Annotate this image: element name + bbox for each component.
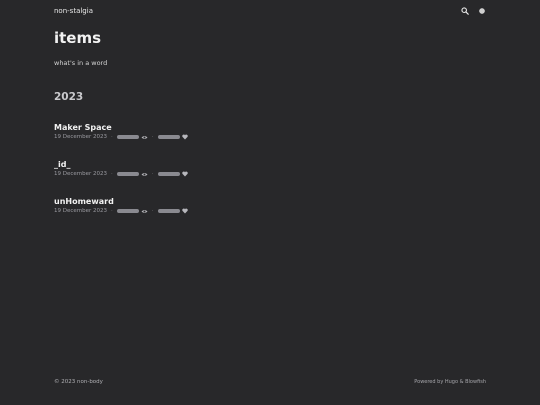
likes-count-placeholder	[157, 135, 180, 139]
meta-separator: ·	[111, 171, 113, 177]
likes-count-placeholder	[157, 172, 180, 176]
post-title[interactable]: Maker Space	[54, 122, 188, 133]
eye-icon	[141, 172, 148, 177]
site-header: non-stalgia	[54, 5, 486, 17]
post-item[interactable]: _id_ 19 December 2023 · ·	[54, 159, 188, 196]
year-heading: 2023	[54, 91, 84, 103]
meta-separator: ·	[151, 134, 154, 140]
post-meta: 19 December 2023 · ·	[54, 207, 188, 215]
post-date: 19 December 2023	[54, 208, 108, 214]
post-meta: 19 December 2023 · ·	[54, 133, 188, 141]
likes-count-placeholder	[157, 209, 180, 213]
post-item[interactable]: unHomeward 19 December 2023 · ·	[54, 196, 188, 233]
post-date: 19 December 2023	[54, 171, 108, 177]
heart-icon	[181, 134, 188, 140]
site-title-link[interactable]: non-stalgia	[54, 7, 93, 15]
heart-icon	[181, 208, 188, 214]
heart-icon	[181, 171, 188, 177]
post-title[interactable]: _id_	[54, 159, 188, 170]
footer-copyright: © 2023 non-body	[54, 379, 103, 385]
meta-separator: ·	[111, 208, 113, 214]
post-meta: 19 December 2023 · ·	[54, 170, 188, 178]
post-list: Maker Space 19 December 2023 · · _id_ 19…	[54, 122, 188, 233]
theme-toggle-icon[interactable]	[478, 7, 486, 15]
site-footer: © 2023 non-body Powered by Hugo & Blowfi…	[54, 379, 486, 385]
header-icons	[461, 7, 486, 15]
page-title: items	[54, 29, 102, 47]
views-count-placeholder	[116, 172, 139, 176]
footer-powered-by[interactable]: Powered by Hugo & Blowfish	[414, 379, 486, 385]
meta-separator: ·	[151, 208, 154, 214]
meta-separator: ·	[151, 171, 154, 177]
page: non-stalgia items what's in a word 2023 …	[0, 0, 540, 405]
post-item[interactable]: Maker Space 19 December 2023 · ·	[54, 122, 188, 159]
meta-separator: ·	[111, 134, 113, 140]
page-subtitle: what's in a word	[54, 59, 108, 67]
eye-icon	[141, 135, 148, 140]
post-title[interactable]: unHomeward	[54, 196, 188, 207]
views-count-placeholder	[116, 135, 139, 139]
post-date: 19 December 2023	[54, 134, 108, 140]
views-count-placeholder	[116, 209, 139, 213]
eye-icon	[141, 209, 148, 214]
search-icon[interactable]	[461, 7, 469, 15]
